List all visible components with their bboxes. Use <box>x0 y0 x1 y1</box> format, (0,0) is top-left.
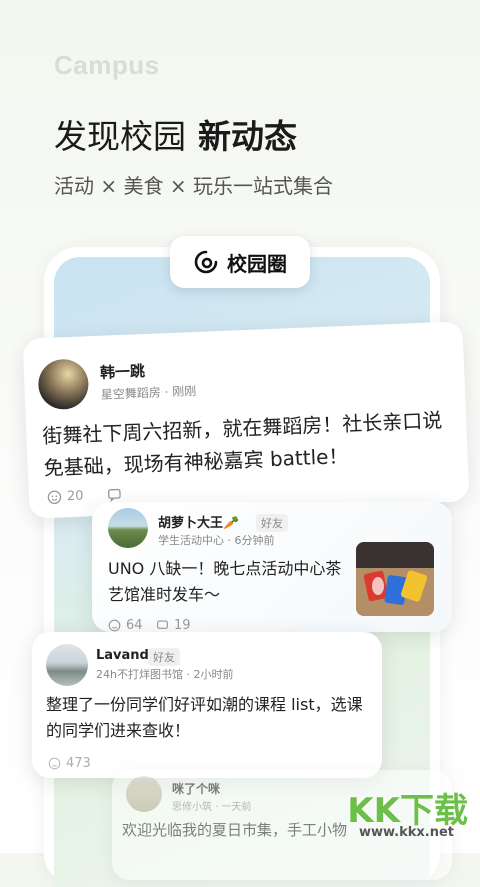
headline: 发现校园 新动态 <box>54 110 297 158</box>
post-meta: 星空舞蹈房 · 刚刚 <box>100 383 197 402</box>
post-meta: 学生活动中心 · 6分钟前 <box>158 534 275 547</box>
post-card[interactable]: 胡萝卜大王🥕 好友 学生活动中心 · 6分钟前 UNO 八缺一！晚七点活动中心茶… <box>92 502 452 633</box>
post-body[interactable]: 街舞社下周六招新，就在舞蹈房！社长亲口说免基础，现场有神秘嘉宾 battle！ <box>42 404 454 484</box>
like-count: 64 <box>126 618 143 633</box>
tab-campus-circle-label: 校园圈 <box>227 251 287 276</box>
like-count: 20 <box>66 488 84 505</box>
like-stat[interactable]: 64 <box>108 618 143 633</box>
brand-logo: Campus <box>54 50 160 80</box>
like-stat[interactable]: 20 <box>47 489 84 505</box>
friend-tag: 好友 <box>256 514 288 532</box>
comment-stat[interactable] <box>107 487 123 503</box>
comment-icon <box>157 620 168 629</box>
comment-icon <box>107 488 121 503</box>
smile-icon <box>48 757 61 770</box>
post-photo-uno[interactable] <box>356 542 434 616</box>
friend-tag: 好友 <box>148 648 180 666</box>
post-meta: 24h不打烊图书馆 · 2小时前 <box>96 668 234 681</box>
avatar[interactable] <box>37 358 90 411</box>
headline-part2: 新动态 <box>198 117 297 156</box>
post-meta: 思修小筑 · 一天前 <box>172 802 252 813</box>
post-body[interactable]: UNO 八缺一！晚七点活动中心茶艺馆准时发车～ <box>108 556 346 607</box>
tab-campus-circle[interactable]: 校园圈 <box>170 236 310 288</box>
post-author-name[interactable]: 咪了个咪 <box>172 780 220 797</box>
like-stat[interactable]: 473 <box>48 756 91 771</box>
post-author-name[interactable]: 韩一跳 <box>100 360 146 383</box>
post-body[interactable]: 整理了一份同学们好评如潮的课程 list，选课的同学们进来查收！ <box>46 692 372 743</box>
post-author-name[interactable]: 胡萝卜大王🥕 <box>158 512 239 531</box>
post-card[interactable]: Lavande 好友 24h不打烊图书馆 · 2小时前 整理了一份同学们好评如潮… <box>32 632 382 778</box>
watermark: KK下载 www.kkx.net <box>347 777 468 847</box>
watermark-url: www.kkx.net <box>358 825 454 840</box>
like-count: 473 <box>66 756 91 771</box>
post-card[interactable]: 韩一跳 星空舞蹈房 · 刚刚 街舞社下周六招新，就在舞蹈房！社长亲口说免基础，现… <box>22 321 470 519</box>
avatar[interactable] <box>108 508 148 548</box>
comment-stat[interactable]: 19 <box>156 618 191 633</box>
avatar[interactable] <box>46 644 88 686</box>
comment-count: 19 <box>174 618 191 633</box>
subtitle: 活动 × 美食 × 玩乐一站式集合 <box>54 174 333 198</box>
headline-part1: 发现校园 <box>54 117 186 156</box>
uno-cards-image <box>356 542 434 616</box>
avatar[interactable] <box>126 776 162 812</box>
campus-circle-icon <box>194 250 218 274</box>
smile-icon <box>108 619 121 632</box>
smile-icon <box>47 490 62 504</box>
